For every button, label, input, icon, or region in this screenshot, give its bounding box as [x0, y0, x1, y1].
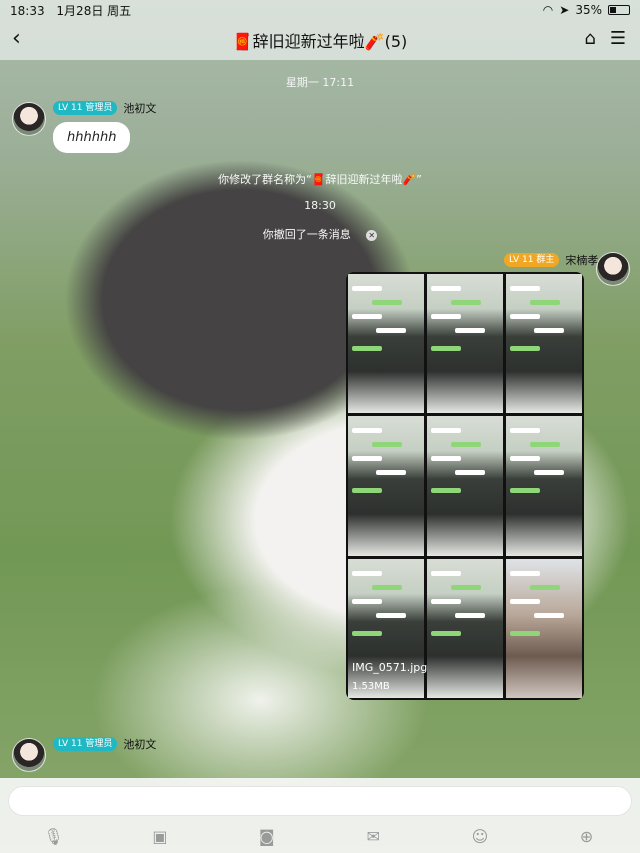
sender-info: LV 11 管理员 池初文	[53, 100, 156, 116]
group-tag-icon[interactable]: ⌂	[584, 28, 595, 49]
file-size: 1.53MB	[352, 681, 390, 692]
image-icon[interactable]: ▣	[150, 827, 170, 847]
sender-name: 宋楠孝	[565, 254, 599, 267]
message-bubble[interactable]: hhhhhh	[53, 122, 131, 153]
image-thumbnail	[427, 558, 503, 698]
chat-header: ‹ 🧧辞旧迎新过年啦🧨(5) ⌂ ☰	[0, 20, 640, 60]
message-input[interactable]	[8, 786, 632, 816]
avatar[interactable]	[12, 102, 46, 136]
avatar[interactable]	[12, 738, 46, 772]
status-time: 18:33	[10, 3, 45, 18]
sender-name: 池初文	[123, 738, 157, 751]
recall-text: 你撤回了一条消息	[262, 228, 351, 241]
timestamp: 星期一 17:11	[285, 76, 355, 89]
avatar[interactable]	[596, 252, 630, 286]
red-packet-icon[interactable]: ✉	[363, 827, 383, 847]
chevron-left-icon[interactable]: ‹	[12, 26, 21, 51]
battery-icon	[608, 5, 630, 15]
sender-info: LV 11 群主 宋楠孝	[504, 252, 598, 268]
file-name: IMG_0571.jpg	[352, 661, 428, 674]
status-right: ◠ ➤ 35%	[543, 3, 630, 17]
plus-icon[interactable]: ⊕	[577, 827, 597, 847]
status-left: 18:33 1月28日 周五	[10, 2, 131, 19]
image-message[interactable]: IMG_0571.jpg 1.53MB	[346, 272, 584, 700]
close-icon[interactable]: ✕	[366, 229, 378, 241]
image-thumbnail	[506, 274, 582, 414]
sender-name: 池初文	[123, 102, 157, 115]
level-badge: LV 11 群主	[504, 253, 560, 267]
menu-icon[interactable]: ☰	[610, 28, 626, 49]
image-thumbnail	[348, 416, 424, 556]
location-icon: ➤	[559, 3, 570, 17]
microphone-icon[interactable]: 🎙	[43, 827, 63, 847]
image-thumbnail	[348, 274, 424, 414]
status-bar: 18:33 1月28日 周五 ◠ ➤ 35%	[0, 0, 640, 20]
emoji-icon[interactable]: ☺	[470, 827, 490, 847]
image-thumbnail	[427, 416, 503, 556]
wifi-icon: ◠	[542, 3, 554, 17]
image-thumbnail	[506, 558, 582, 698]
group-title: 🧧辞旧迎新过年啦🧨(5)	[232, 32, 408, 51]
image-grid	[348, 274, 582, 698]
image-thumbnail	[348, 558, 424, 698]
status-date: 1月28日 周五	[56, 3, 132, 18]
input-toolbar: 🎙 ▣ ◙ ✉ ☺ ⊕	[0, 822, 640, 852]
image-thumbnail	[427, 274, 503, 414]
header-actions: ⌂ ☰	[584, 28, 626, 49]
sender-info: LV 11 管理员 池初文	[53, 736, 156, 752]
battery-fill	[610, 7, 617, 13]
battery-percent: 35%	[575, 3, 602, 17]
level-badge: LV 11 管理员	[53, 101, 118, 115]
image-thumbnail	[506, 416, 582, 556]
recall-notice: 你撤回了一条消息 ✕	[0, 226, 640, 242]
camera-icon[interactable]: ◙	[257, 827, 277, 847]
rename-notice: 你修改了群名称为“🧧辞旧迎新过年啦🧨”	[218, 173, 422, 186]
timestamp: 18:30	[304, 199, 336, 212]
input-panel: 🎙 ▣ ◙ ✉ ☺ ⊕	[0, 778, 640, 853]
level-badge: LV 11 管理员	[53, 737, 118, 751]
